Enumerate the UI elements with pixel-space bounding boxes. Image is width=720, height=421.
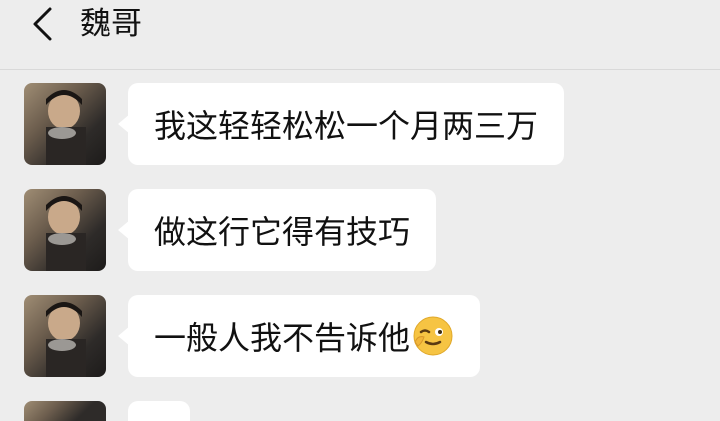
message-text: 一般人我不告诉他 <box>154 319 411 357</box>
back-button[interactable] <box>24 6 60 42</box>
chat-header: 魏哥 <box>0 0 720 70</box>
chevron-left-icon <box>33 7 52 41</box>
avatar[interactable] <box>24 295 106 377</box>
message-row: 做这行它得有技巧 <box>0 189 720 279</box>
message-bubble[interactable] <box>128 401 190 421</box>
message-bubble[interactable]: 做这行它得有技巧 <box>117 189 437 271</box>
wink-face-emoji-icon <box>413 316 453 356</box>
message-text: 我这轻轻松松一个月两三万 <box>154 107 539 145</box>
message-list[interactable]: 我这轻轻松松一个月两三万 做这行它得有技巧 一般人我不告诉他 <box>0 71 720 421</box>
message-bubble[interactable]: 一般人我不告诉他 <box>117 295 481 377</box>
message-row: 一般人我不告诉他 <box>0 295 720 385</box>
message-bubble[interactable]: 我这轻轻松松一个月两三万 <box>117 83 565 165</box>
avatar[interactable] <box>24 401 106 421</box>
avatar[interactable] <box>24 83 106 165</box>
avatar[interactable] <box>24 189 106 271</box>
chat-title: 魏哥 <box>80 6 142 42</box>
message-row: 我这轻轻松松一个月两三万 <box>0 83 720 173</box>
message-text: 做这行它得有技巧 <box>154 213 411 251</box>
